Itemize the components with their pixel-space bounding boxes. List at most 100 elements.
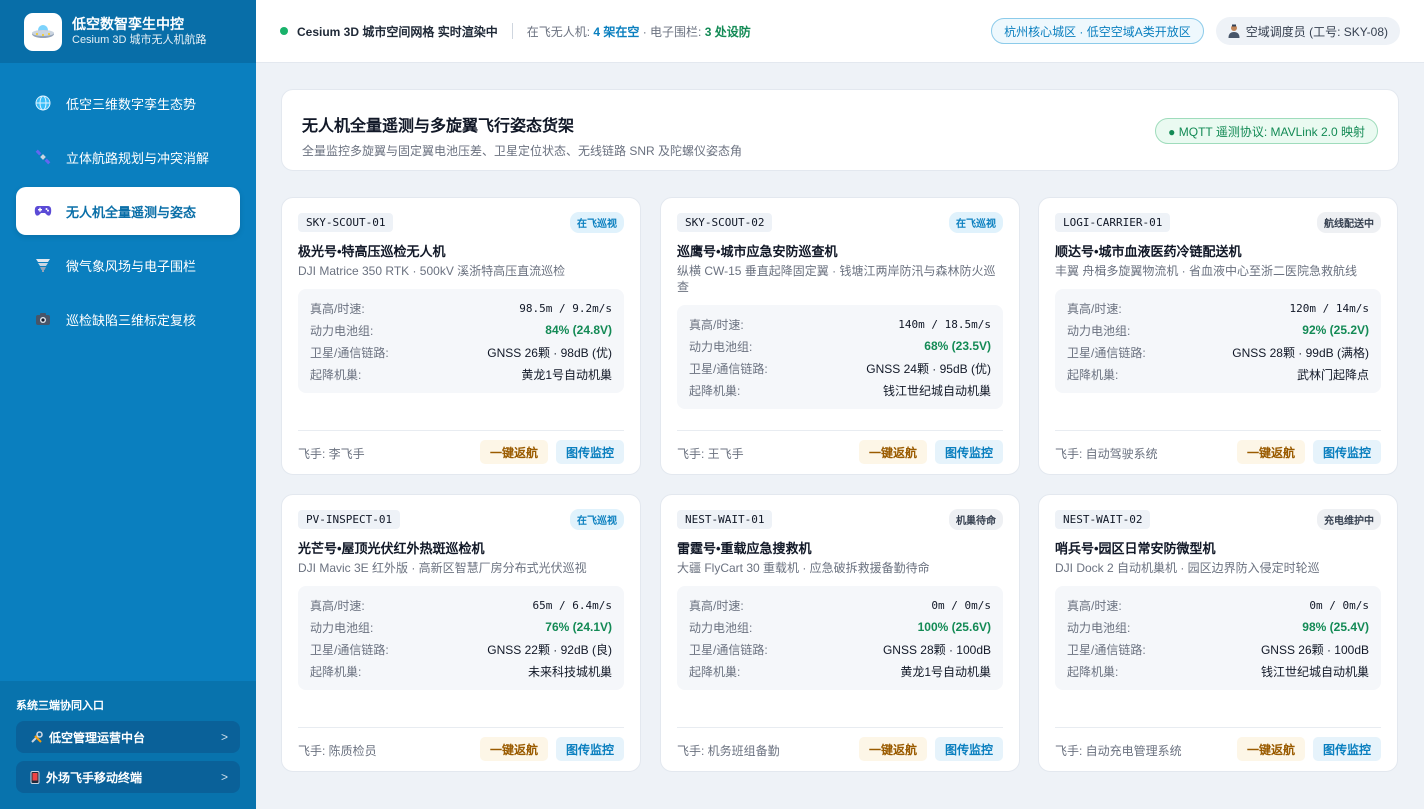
nav-item-route-planning[interactable]: 立体航路规划与冲突消解 [16, 133, 240, 181]
telemetry-panel: 真高/时速: 0m / 0m/s 动力电池组: 100% (25.6V) 卫星/通信… [677, 586, 1003, 690]
metric-value: 黄龙1号自动机巢 [900, 664, 991, 679]
card-footer: 飞手: 王飞手 一键返航 图传监控 [677, 430, 1003, 464]
metric-label: 起降机巢: [310, 664, 362, 679]
drone-name: 光芒号•屋顶光伏红外热斑巡检机 [298, 541, 485, 556]
metric-value: GNSS 28颗 · 100dB [882, 642, 991, 657]
metric-label: 动力电池组: [310, 620, 374, 635]
metric-battery: 动力电池组: 68% (23.5V) [689, 335, 991, 357]
metric-link: 卫星/通信链路: GNSS 28颗 · 100dB [689, 638, 991, 660]
topbar-right: 杭州核心城区 · 低空空域A类开放区 空域调度员 (工号: SKY-08) [991, 17, 1400, 45]
metric-link: 卫星/通信链路: GNSS 26颗 · 100dB [1067, 638, 1369, 660]
status-badge: 在飞巡视 [570, 211, 624, 233]
metric-value: GNSS 26颗 · 100dB [1260, 642, 1369, 657]
metric-alt-speed: 真高/时速: 140m / 18.5m/s [689, 313, 991, 335]
sidebar: 低空数智孪生中控 Cesium 3D 城市无人机航路 低空三维数字孪生态势 立体… [0, 0, 256, 809]
metric-value: 76% (24.1V) [545, 620, 612, 634]
airspace-zone-pill[interactable]: 杭州核心城区 · 低空空域A类开放区 [991, 18, 1204, 44]
return-home-button[interactable]: 一键返航 [1236, 440, 1305, 464]
video-monitor-button[interactable]: 图传监控 [934, 440, 1003, 464]
drone-code: LOGI-CARRIER-01 [1055, 212, 1171, 232]
metric-dock: 起降机巢: 武林门起降点 [1067, 363, 1369, 385]
video-monitor-button[interactable]: 图传监控 [555, 440, 624, 464]
camera-icon [34, 310, 52, 328]
metric-label: 起降机巢: [689, 383, 741, 398]
metric-value: 钱江世纪城自动机巢 [1260, 664, 1369, 679]
return-home-button[interactable]: 一键返航 [479, 440, 548, 464]
globe-icon [34, 94, 52, 112]
nav-item-defect-review[interactable]: 巡检缺陷三维标定复核 [16, 295, 240, 343]
metric-label: 动力电池组: [310, 323, 374, 338]
metric-battery: 动力电池组: 98% (25.4V) [1067, 616, 1369, 638]
metric-label: 真高/时速: [1067, 598, 1122, 613]
drone-code: PV-INSPECT-01 [298, 509, 401, 529]
pilot-name: 飞手: 李飞手 [298, 447, 365, 461]
brand-subtitle: Cesium 3D 城市无人机航路 [72, 34, 207, 46]
divider [511, 23, 513, 39]
fence-label: · 电子围栏: [639, 24, 705, 39]
flying-label: 在飞无人机: [526, 24, 594, 39]
metric-label: 卫星/通信链路: [310, 642, 389, 657]
tornado-icon [34, 256, 52, 274]
telemetry-panel: 真高/时速: 98.5m / 9.2m/s 动力电池组: 84% (24.8V) 卫… [298, 289, 624, 393]
telemetry-panel: 真高/时速: 0m / 0m/s 动力电池组: 98% (25.4V) 卫星/通信链… [1055, 586, 1381, 690]
gamepad-icon [34, 202, 52, 220]
system-entry-panel: 系统三端协同入口 低空管理运营中台 > 外场飞手移动终端 > [0, 681, 256, 809]
pilot-mobile-link[interactable]: 外场飞手移动终端 > [16, 761, 240, 793]
drone-name: 极光号•特高压巡检无人机 [298, 244, 446, 259]
metric-label: 真高/时速: [310, 301, 365, 316]
metric-label: 真高/时速: [310, 598, 365, 613]
metric-label: 起降机巢: [1067, 664, 1119, 679]
return-home-button[interactable]: 一键返航 [1236, 737, 1305, 761]
metric-value: 100% (25.6V) [917, 620, 991, 634]
brand: 低空数智孪生中控 Cesium 3D 城市无人机航路 [0, 0, 256, 63]
telemetry-panel: 真高/时速: 65m / 6.4m/s 动力电池组: 76% (24.1V) 卫星/… [298, 586, 624, 690]
metric-value: 未来科技城机巢 [527, 664, 612, 679]
pilot-name: 飞手: 陈质检员 [298, 744, 377, 758]
video-monitor-button[interactable]: 图传监控 [555, 737, 624, 761]
metric-label: 动力电池组: [1067, 323, 1131, 338]
drone-description: 丰翼 舟楫多旋翼物流机 · 省血液中心至浙二医院急救航线 [1055, 264, 1358, 278]
drone-description: DJI Mavic 3E 红外版 · 高新区智慧厂房分布式光伏巡视 [298, 561, 587, 575]
pilot-name: 飞手: 王飞手 [677, 447, 744, 461]
user-pill[interactable]: 空域调度员 (工号: SKY-08) [1215, 17, 1400, 45]
metric-value: 84% (24.8V) [545, 323, 612, 337]
status-badge: 在飞巡视 [949, 211, 1003, 233]
video-monitor-button[interactable]: 图传监控 [1312, 440, 1381, 464]
metric-label: 起降机巢: [689, 664, 741, 679]
drone-description: 大疆 FlyCart 30 重载机 · 应急破拆救援备勤待命 [677, 561, 930, 575]
metric-value: 钱江世纪城自动机巢 [882, 383, 991, 398]
metric-label: 动力电池组: [689, 620, 753, 635]
nav-item-weather-fence[interactable]: 微气象风场与电子围栏 [16, 241, 240, 289]
metric-dock: 起降机巢: 黄龙1号自动机巢 [310, 363, 612, 385]
return-home-button[interactable]: 一键返航 [858, 440, 927, 464]
flying-count: 4 架在空 [593, 24, 640, 39]
card-footer: 飞手: 机务班组备勤 一键返航 图传监控 [677, 727, 1003, 761]
drone-description: DJI Matrice 350 RTK · 500kV 溪浙特高压直流巡检 [298, 264, 566, 278]
system-entry-title: 系统三端协同入口 [16, 700, 104, 712]
status-badge: 充电维护中 [1317, 508, 1381, 530]
metric-dock: 起降机巢: 钱江世纪城自动机巢 [1067, 660, 1369, 682]
video-monitor-button[interactable]: 图传监控 [934, 737, 1003, 761]
video-monitor-button[interactable]: 图传监控 [1312, 737, 1381, 761]
metric-label: 卫星/通信链路: [310, 345, 389, 360]
nav-label: 无人机全量遥测与姿态 [66, 204, 197, 220]
tools-icon [30, 730, 43, 744]
nav-item-telemetry[interactable]: 无人机全量遥测与姿态 [16, 187, 240, 235]
status-badge: 机巢待命 [949, 508, 1003, 530]
return-home-button[interactable]: 一键返航 [479, 737, 548, 761]
nav-item-situation[interactable]: 低空三维数字孪生态势 [16, 79, 240, 127]
drone-description: 纵横 CW-15 垂直起降固定翼 · 钱塘江两岸防汛与森林防火巡查 [677, 264, 996, 294]
metric-value: 65m / 6.4m/s [532, 598, 612, 612]
drone-name: 哨兵号•园区日常安防微型机 [1055, 541, 1216, 556]
ops-console-link[interactable]: 低空管理运营中台 > [16, 721, 240, 753]
return-home-button[interactable]: 一键返航 [858, 737, 927, 761]
drone-code: NEST-WAIT-02 [1055, 509, 1151, 529]
drone-card: SKY-SCOUT-01 在飞巡视 极光号•特高压巡检无人机 DJI Matri… [281, 197, 641, 475]
metric-link: 卫星/通信链路: GNSS 26颗 · 98dB (优) [310, 341, 612, 363]
metric-link: 卫星/通信链路: GNSS 22颗 · 92dB (良) [310, 638, 612, 660]
protocol-badge: ● MQTT 遥测协议: MAVLink 2.0 映射 [1155, 118, 1378, 144]
brand-title: 低空数智孪生中控 [72, 16, 184, 32]
metric-value: 98.5m / 9.2m/s [519, 301, 612, 315]
fence-count: 3 处设防 [704, 24, 751, 39]
metric-alt-speed: 真高/时速: 0m / 0m/s [1067, 594, 1369, 616]
